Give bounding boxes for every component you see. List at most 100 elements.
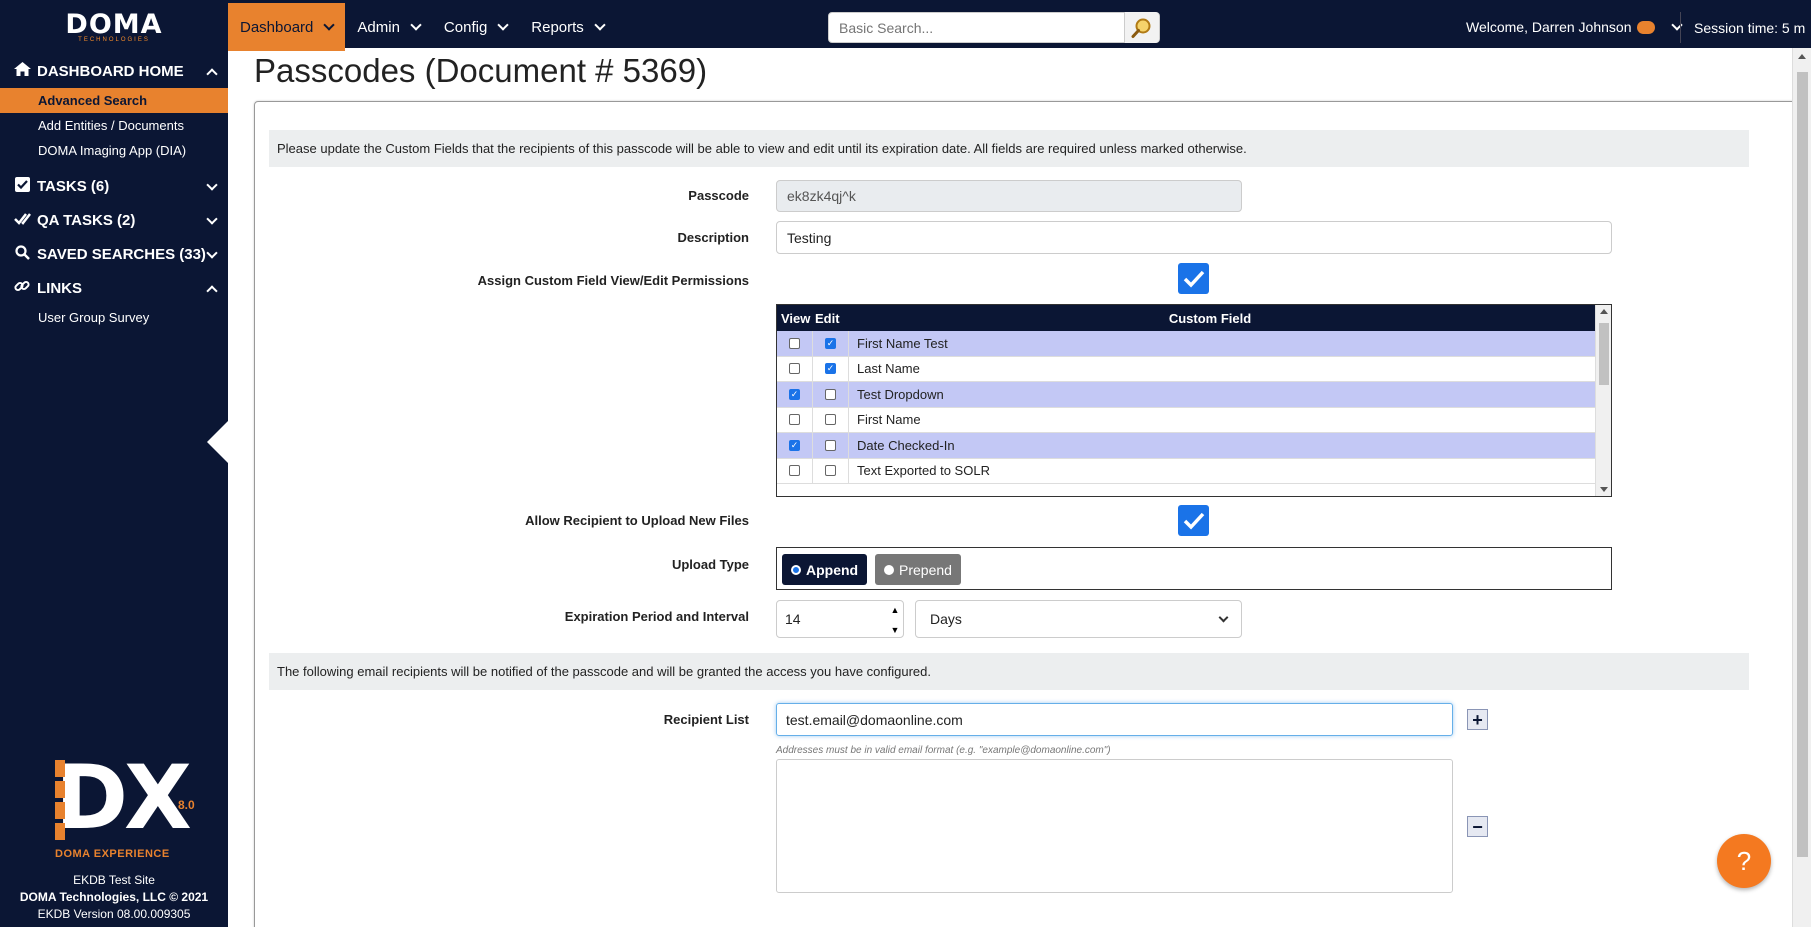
logo-text: DOMA <box>65 9 163 40</box>
passcode-field: ek8zk4qj^k <box>776 180 1242 212</box>
help-button[interactable]: ? <box>1717 834 1771 888</box>
col-edit: Edit <box>815 310 840 326</box>
edit-checkbox[interactable] <box>825 465 836 477</box>
view-checkbox[interactable] <box>789 414 800 426</box>
doma-logo[interactable]: DOMA TECHNOLOGIES <box>0 3 228 51</box>
footer-copyright: DOMA Technologies, LLC © 2021 <box>19 890 209 904</box>
allow-upload-checkbox[interactable] <box>1178 505 1209 536</box>
view-cell <box>777 331 813 356</box>
description-value: Testing <box>787 229 832 246</box>
edit-cell <box>813 458 849 483</box>
chevron-down-icon <box>206 247 218 259</box>
nav-config-label: Config <box>443 18 488 36</box>
edit-checkbox[interactable] <box>825 439 836 451</box>
view-cell <box>777 356 813 381</box>
page-title: Passcodes (Document # 5369) <box>254 52 708 89</box>
spin-down-icon[interactable]: ▼ <box>891 624 900 636</box>
sidebar-tasks[interactable]: TASKS (6) <box>0 169 228 203</box>
prepend-radio[interactable]: Prepend <box>875 554 961 585</box>
view-checkbox[interactable] <box>789 337 800 349</box>
view-checkbox[interactable] <box>789 465 800 477</box>
chevron-down-icon <box>497 18 509 31</box>
number-spinner[interactable]: ▲ ▼ <box>889 604 901 636</box>
grid-scrollbar[interactable] <box>1595 305 1611 496</box>
remove-recipient-button[interactable]: − <box>1467 816 1488 837</box>
session-text: Session time: 5 m <box>1694 19 1806 36</box>
dx-logo-letters: DX <box>55 746 192 849</box>
sidebar: DASHBOARD HOME Advanced Search Add Entit… <box>0 48 228 927</box>
edit-cell: ✓ <box>813 331 849 356</box>
scroll-thumb[interactable] <box>1599 323 1609 385</box>
view-cell <box>777 407 813 432</box>
edit-checkbox[interactable] <box>825 388 836 400</box>
append-radio[interactable]: Append <box>782 554 868 585</box>
custom-field-name: First Name Test <box>857 335 948 351</box>
grid-header: View Edit Custom Field <box>777 305 1611 331</box>
passcode-value: ek8zk4qj^k <box>787 188 856 204</box>
recipient-list-box[interactable] <box>776 759 1453 893</box>
sidebar-links[interactable]: LINKS <box>0 271 228 305</box>
scroll-up-icon[interactable] <box>1600 309 1608 314</box>
sidebar-saved-searches[interactable]: SAVED SEARCHES (33) <box>0 237 228 271</box>
nav-reports-label: Reports <box>531 18 584 36</box>
expiration-label: Expiration Period and Interval <box>564 609 749 624</box>
edit-checkbox[interactable] <box>825 414 836 426</box>
chevron-up-icon <box>206 68 218 80</box>
append-label: Append <box>806 561 859 578</box>
spin-up-icon[interactable]: ▲ <box>891 604 900 616</box>
description-label: Description <box>677 230 749 245</box>
sidebar-qa-tasks[interactable]: QA TASKS (2) <box>0 203 228 237</box>
top-navbar: DOMA TECHNOLOGIES Dashboard Admin Config… <box>0 0 1811 51</box>
chevron-down-icon <box>1218 612 1229 623</box>
chevron-down-icon <box>594 18 606 31</box>
table-row: ✓ Date Checked-In <box>777 433 1611 459</box>
sidebar-dashboard-home[interactable]: DASHBOARD HOME <box>0 54 228 88</box>
edit-cell <box>813 382 849 407</box>
radio-selected-icon <box>791 564 801 575</box>
passcode-label: Passcode <box>688 188 749 203</box>
view-cell: ✓ <box>777 382 813 407</box>
table-row: ✓ Test Dropdown <box>777 382 1611 408</box>
custom-field-name: Test Dropdown <box>857 386 944 402</box>
col-view: View <box>781 310 811 326</box>
interval-select[interactable]: Days <box>915 600 1242 638</box>
search-input[interactable] <box>829 13 1119 42</box>
search-button[interactable] <box>1124 12 1159 43</box>
nav-config[interactable]: Config <box>432 3 519 51</box>
description-field[interactable]: Testing <box>776 221 1612 254</box>
sidebar-item-advanced-search[interactable]: Advanced Search <box>0 88 228 113</box>
sidebar-item-add-entities[interactable]: Add Entities / Documents <box>0 113 228 138</box>
nav-admin[interactable]: Admin <box>345 3 432 51</box>
sidebar-item-user-group-survey[interactable]: User Group Survey <box>0 305 228 330</box>
home-icon <box>13 62 31 80</box>
nav-dashboard[interactable]: Dashboard <box>228 3 346 51</box>
page-scrollbar[interactable] <box>1792 48 1811 927</box>
scroll-thumb[interactable] <box>1797 72 1808 857</box>
edit-cell: ✓ <box>813 356 849 381</box>
assign-permissions-checkbox[interactable] <box>1178 263 1209 294</box>
edit-cell <box>813 433 849 458</box>
view-checkbox[interactable]: ✓ <box>789 388 800 400</box>
recipient-list-label: Recipient List <box>663 712 749 727</box>
custom-field-name: First Name <box>857 412 921 428</box>
checkmark-icon <box>1183 512 1204 530</box>
logo-tagline: TECHNOLOGIES <box>78 37 150 43</box>
radio-icon <box>884 564 894 575</box>
footer-version: EKDB Version 08.00.009305 <box>37 907 191 921</box>
main-nav: Dashboard Admin Config Reports <box>228 3 616 51</box>
chevron-up-icon <box>206 285 218 297</box>
expiration-number-input[interactable]: 14 ▲ ▼ <box>776 600 904 638</box>
welcome-text: Welcome, Darren Johnson <box>1466 19 1632 35</box>
edit-checkbox[interactable]: ✓ <box>825 337 836 349</box>
view-checkbox[interactable] <box>789 363 800 375</box>
recipient-email-input[interactable]: test.email@domaonline.com <box>776 703 1453 736</box>
nav-reports[interactable]: Reports <box>519 3 616 51</box>
scroll-down-icon[interactable] <box>1600 487 1608 492</box>
scroll-up-icon[interactable] <box>1798 54 1806 59</box>
user-menu[interactable]: Welcome, Darren Johnson <box>1466 3 1684 51</box>
view-checkbox[interactable]: ✓ <box>789 439 800 451</box>
add-recipient-button[interactable]: + <box>1467 709 1488 730</box>
checkmark-icon <box>1183 270 1204 288</box>
edit-checkbox[interactable]: ✓ <box>825 363 836 375</box>
sidebar-item-dia[interactable]: DOMA Imaging App (DIA) <box>0 138 228 163</box>
